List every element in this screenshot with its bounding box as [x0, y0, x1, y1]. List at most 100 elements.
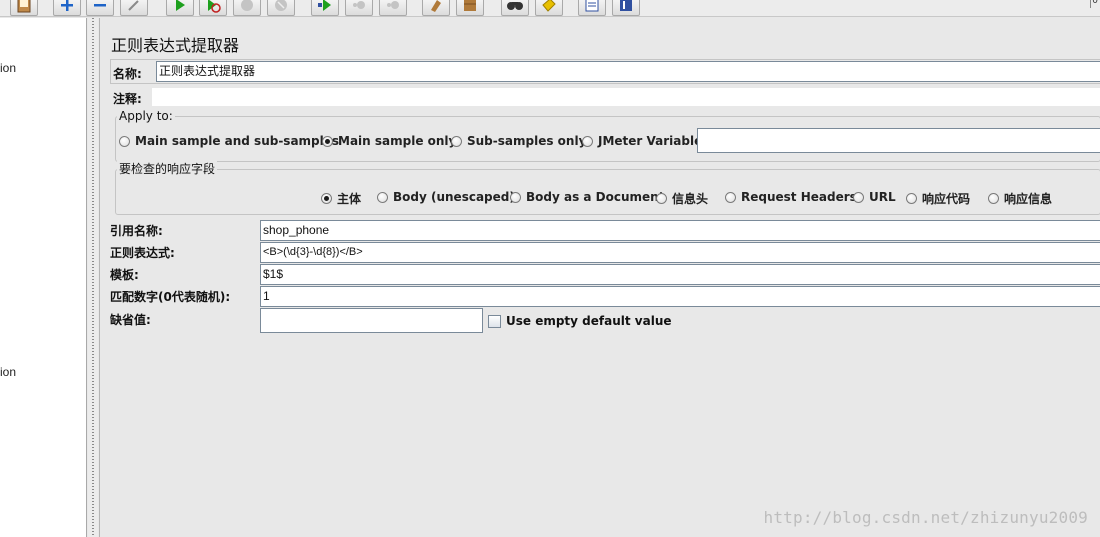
clear-icon — [431, 0, 441, 12]
reset-search-icon — [542, 0, 556, 12]
template-field[interactable]: $1$ — [260, 264, 1100, 285]
remote-shutdown-icon — [387, 1, 399, 9]
add-button[interactable] — [53, 0, 81, 16]
clear-all-icon — [464, 0, 476, 11]
radio-label: Body as a Document — [526, 190, 665, 204]
check-body-unescaped-radio[interactable]: Body (unescaped) — [377, 190, 515, 204]
radio-label: Request Headers — [741, 190, 857, 204]
radio-label: 响应代码 — [922, 192, 971, 206]
check-url-radio[interactable]: URL — [853, 190, 896, 204]
radio-icon — [119, 135, 130, 147]
remove-button[interactable] — [86, 0, 114, 16]
ref-name-field[interactable]: shop_phone — [260, 220, 1100, 241]
start-button[interactable] — [166, 0, 194, 16]
regex-label: 正则表达式: — [110, 246, 175, 260]
check-response-message-radio[interactable]: 响应信息 — [988, 190, 1052, 207]
stop-button[interactable] — [233, 0, 261, 16]
field-to-check-title: 要检查的响应字段 — [117, 160, 218, 177]
wand-icon — [128, 0, 139, 11]
radio-label: Main sample only — [338, 134, 457, 148]
jmeter-variable-field[interactable] — [697, 128, 1100, 153]
start-no-pauses-icon — [208, 0, 221, 13]
radio-icon — [988, 193, 999, 204]
template-button[interactable] — [10, 0, 38, 16]
radio-label: 主体 — [337, 192, 362, 206]
default-value-field[interactable] — [260, 308, 483, 333]
toolbar-right-indicator: 0 — [1090, 0, 1100, 8]
pane-splitter[interactable] — [88, 18, 98, 537]
comment-field[interactable] — [152, 88, 1100, 106]
apply-main-only-radio[interactable]: Main sample only — [322, 134, 456, 148]
name-field[interactable]: 正则表达式提取器 — [156, 61, 1100, 82]
check-response-code-radio[interactable]: 响应代码 — [906, 190, 970, 207]
radio-label: Body (unescaped) — [393, 190, 515, 204]
template-icon — [17, 0, 31, 13]
radio-icon — [377, 191, 388, 203]
check-body-radio[interactable]: 主体 — [321, 190, 361, 207]
start-no-pauses-button[interactable] — [199, 0, 227, 16]
radio-icon — [656, 193, 667, 204]
regex-extractor-panel: 正则表达式提取器 名称: 正则表达式提取器 注释: Apply to: Main… — [99, 18, 1100, 537]
radio-label: URL — [869, 190, 896, 204]
page-title: 正则表达式提取器 — [111, 36, 240, 55]
match-no-label: 匹配数字(0代表随机): — [110, 290, 231, 304]
radio-label: Main sample and sub-samples — [135, 134, 340, 148]
match-no-field[interactable]: 1 — [260, 286, 1100, 307]
watermark: http://blog.csdn.net/zhizunyu2009 — [763, 508, 1088, 527]
remote-shutdown-button[interactable] — [379, 0, 407, 16]
radio-icon — [853, 191, 864, 203]
check-body-document-radio[interactable]: Body as a Document — [510, 190, 664, 204]
start-icon — [176, 0, 185, 11]
shutdown-icon — [275, 0, 287, 11]
radio-icon — [510, 191, 521, 203]
shutdown-button[interactable] — [267, 0, 295, 16]
radio-icon — [451, 135, 462, 147]
tree-item[interactable]: ion — [0, 365, 16, 379]
radio-label: 信息头 — [672, 192, 709, 206]
radio-label: JMeter Variable — [598, 134, 703, 148]
default-value-label: 缺省值: — [110, 313, 151, 327]
remote-stop-icon — [353, 1, 365, 9]
name-label: 名称: — [113, 67, 142, 81]
apply-to-title: Apply to: — [117, 109, 175, 123]
ref-name-label: 引用名称: — [110, 224, 163, 238]
radio-icon — [906, 193, 917, 204]
radio-icon — [582, 135, 593, 147]
search-icon — [507, 2, 523, 10]
stop-icon — [241, 0, 253, 11]
radio-icon — [725, 191, 736, 203]
check-request-headers-radio[interactable]: Request Headers — [725, 190, 857, 204]
radio-label: Sub-samples only — [467, 134, 587, 148]
function-helper-button[interactable] — [578, 0, 606, 16]
test-plan-tree[interactable]: ion ion — [0, 18, 87, 537]
use-empty-default-checkbox[interactable] — [488, 315, 501, 328]
apply-main-and-sub-radio[interactable]: Main sample and sub-samples — [119, 134, 339, 148]
help-icon — [620, 0, 632, 11]
search-button[interactable] — [501, 0, 529, 16]
comment-label: 注释: — [113, 92, 142, 106]
remote-start-icon — [318, 0, 331, 11]
remote-start-button[interactable] — [311, 0, 339, 16]
wand-button[interactable] — [120, 0, 148, 16]
remote-stop-button[interactable] — [345, 0, 373, 16]
radio-label: 响应信息 — [1004, 192, 1053, 206]
help-button[interactable] — [612, 0, 640, 16]
add-icon — [61, 0, 73, 11]
clear-button[interactable] — [422, 0, 450, 16]
reset-search-button[interactable] — [535, 0, 563, 16]
radio-icon — [321, 193, 332, 204]
clear-all-button[interactable] — [456, 0, 484, 16]
toolbar-right-text: 0 — [1092, 0, 1098, 6]
template-label: 模板: — [110, 268, 139, 282]
apply-sub-only-radio[interactable]: Sub-samples only — [451, 134, 586, 148]
apply-jmeter-variable-radio[interactable]: JMeter Variable — [582, 134, 702, 148]
regex-field[interactable]: <B>(\d{3}-\d{8})</B> — [260, 242, 1100, 263]
function-helper-icon — [585, 0, 599, 12]
check-headers-radio[interactable]: 信息头 — [656, 190, 708, 207]
radio-icon — [322, 135, 333, 147]
remove-icon — [94, 4, 106, 7]
toolbar: 0 — [0, 0, 1100, 17]
tree-item[interactable]: ion — [0, 61, 16, 75]
splitter-grip — [92, 18, 94, 537]
use-empty-default-label: Use empty default value — [506, 314, 672, 328]
